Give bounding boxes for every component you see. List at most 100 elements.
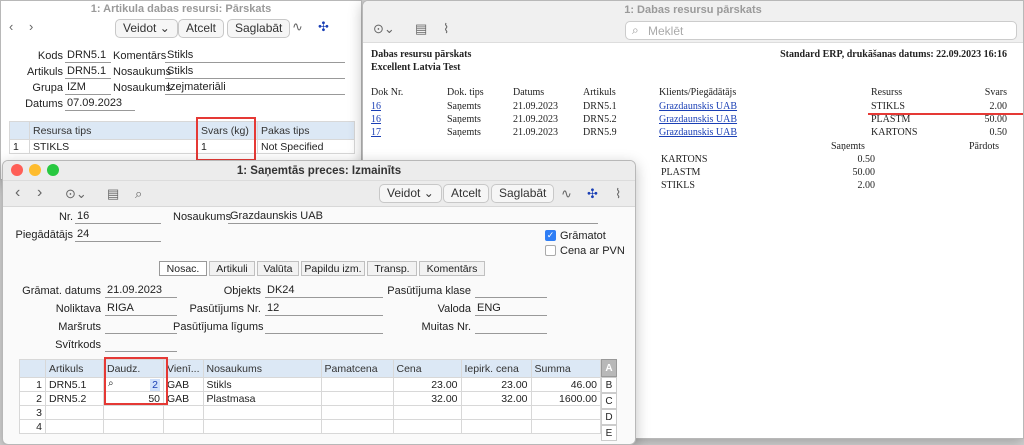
resource-grid: Resursa tips Svars (kg) Pakas tips 1 STI… [9,121,355,154]
code-label: Kods [37,50,63,62]
tab-conditions[interactable]: Nosac. [159,261,207,276]
group-label: Grupa [32,82,63,94]
group-field[interactable]: IZM [65,81,111,95]
col-cost-price[interactable]: Iepirk. cena [460,359,532,378]
receipt-cancel-button[interactable]: Atcelt [443,184,490,203]
doc-link[interactable]: 16 [371,101,381,112]
report-heading: Dabas resursu pārskats [371,49,472,60]
comment-field[interactable]: Stikls [165,49,345,63]
side-letter-d[interactable]: D [601,409,617,425]
attach-icon[interactable]: ⌇ [443,20,449,38]
customs-field[interactable] [475,320,547,334]
price-vat-label: Cena ar PVN [560,245,625,257]
client-link[interactable]: Grazdaunskis UAB [659,101,737,112]
side-letter-a[interactable]: A [601,359,617,377]
article-label: Artikuls [26,66,63,78]
weight-underline [868,113,1023,115]
receipt-create-button[interactable]: Veidot ⌄ [379,184,442,203]
col-resource-type[interactable]: Resursa tips [29,121,198,140]
more-icon[interactable]: ⊙⌄ [373,20,395,38]
article-window-title: 1: Artikula dabas resursi: Pārskats [90,3,272,15]
article-field[interactable]: DRN5.1 [65,65,111,79]
back-icon[interactable]: ‹ [9,18,13,36]
forward-icon[interactable]: › [37,184,42,202]
name-field[interactable]: Grazdaunskis UAB [228,210,598,224]
minimize-icon[interactable] [29,164,41,176]
print-icon[interactable]: ▤ [107,185,119,203]
tab-currency[interactable]: Valūta [257,261,299,276]
col-article[interactable]: Artikuls [45,359,104,378]
col-price[interactable]: Cena [392,359,462,378]
object-field[interactable]: DK24 [265,284,383,298]
nr-label: Nr. [58,211,73,223]
table-row[interactable]: 3 [19,405,601,420]
tab-extra-dims[interactable]: Papildu izm. [301,261,365,276]
tab-articles[interactable]: Artikuli [209,261,255,276]
pulse-icon[interactable]: ∿ [292,18,303,36]
col-unit[interactable]: Vienī... [163,359,204,378]
receipt-tabs: Nosac. Artikuli Valūta Papildu izm. Tran… [159,261,489,277]
forward-icon[interactable]: › [29,18,33,36]
order-nr-field[interactable]: 12 [265,302,383,316]
name-label: Nosaukums [173,211,232,223]
zoom-icon[interactable] [47,164,59,176]
back-icon[interactable]: ‹ [15,184,20,202]
nr-field[interactable]: 16 [75,210,161,224]
receipt-window-title: 1: Saņemtās preces: Izmainīts [236,165,402,177]
search-input[interactable]: Meklēt [648,24,683,38]
side-letter-column: A B C D E [601,359,617,441]
article-create-button[interactable]: Veidot ⌄ [115,19,178,38]
warehouse-field[interactable]: RIGA [105,302,177,316]
supplier-field[interactable]: 24 [75,228,161,242]
report-toolbar: ⊙⌄ ▤ ⌇ ⌕ Meklēt [363,19,1023,43]
table-row[interactable]: 4 [19,419,601,434]
article-save-button[interactable]: Saglabāt [227,19,291,38]
summary-col-sold: Pārdots [969,141,999,152]
col-sum[interactable]: Summa [530,359,601,378]
price-vat-checkbox[interactable] [545,245,556,256]
contract-label: Pasūtījuma līgums [173,321,264,333]
col-pack-type[interactable]: Pakas tips [257,121,355,140]
language-field[interactable]: ENG [475,302,547,316]
doc-link[interactable]: 17 [371,127,381,138]
report-window-title: 1: Dabas resursu pārskats [363,1,1023,19]
route-field[interactable] [105,320,177,334]
customs-label: Muitas Nr. [421,321,471,333]
client-link[interactable]: Grazdaunskis UAB [659,114,737,125]
booked-checkbox[interactable]: ✓ [545,230,556,241]
report-col-resource: Resurss [871,87,903,98]
tab-comment[interactable]: Komentārs [419,261,485,276]
col-name[interactable]: Nosaukums [202,359,322,378]
code-field[interactable]: DRN5.1 [65,49,111,63]
goods-receipt-window: 1: Saņemtās preces: Izmainīts ‹ › ⊙⌄ ▤ ⌕… [2,160,636,445]
order-class-label: Pasūtījuma klase [387,285,471,297]
doc-link[interactable]: 16 [371,114,381,125]
pulse-icon[interactable]: ∿ [561,185,572,203]
client-link[interactable]: Grazdaunskis UAB [659,127,737,138]
order-nr-label: Pasūtījums Nr. [189,303,261,315]
name2-field[interactable]: Izejmateriāli [165,81,345,95]
preview-icon[interactable]: ⌕ [135,185,142,203]
expand-icon[interactable]: ✣ [587,185,598,203]
order-class-field[interactable] [475,284,547,298]
more-icon[interactable]: ⊙⌄ [65,185,87,203]
side-letter-b[interactable]: B [601,377,617,393]
tab-transport[interactable]: Transp. [367,261,417,276]
report-col-weight: Svars [984,87,1007,98]
article-cancel-button[interactable]: Atcelt [178,19,225,38]
receipt-save-button[interactable]: Saglabāt [491,184,555,203]
booked-label: Grāmatot [560,230,606,242]
print-icon[interactable]: ▤ [415,20,427,38]
date-field[interactable]: 07.09.2023 [65,97,135,111]
table-row[interactable]: 1 STIKLS 1 Not Specified [9,139,355,154]
attach-icon[interactable]: ⌇ [615,185,621,203]
contract-field[interactable] [265,320,383,334]
search-box[interactable]: ⌕ Meklēt [625,21,1017,40]
col-base-price[interactable]: Pamatcena [320,359,394,378]
side-letter-c[interactable]: C [601,393,617,409]
expand-icon[interactable]: ✣ [318,18,329,36]
book-date-field[interactable]: 21.09.2023 [105,284,177,298]
name-field[interactable]: Stikls [165,65,345,79]
close-icon[interactable] [11,164,23,176]
barcode-field[interactable] [105,338,177,352]
